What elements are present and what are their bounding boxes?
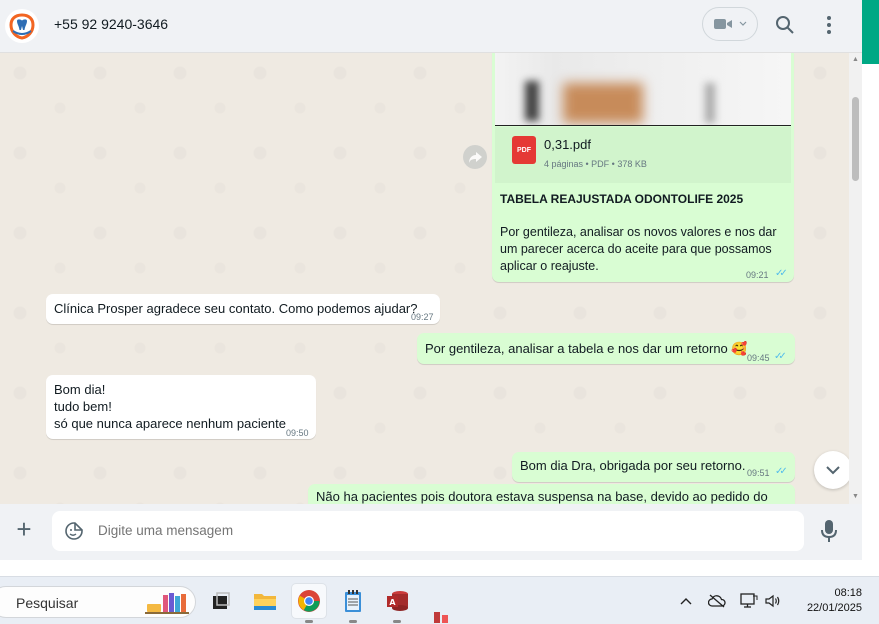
read-ticks-icon: ✓✓ [775,268,788,279]
task-view-icon [213,592,230,609]
books-illustration-icon [145,593,189,614]
message-composer: + [0,504,862,560]
sticker-icon[interactable] [64,521,84,541]
more-vertical-icon [827,16,831,34]
taskbar-access[interactable]: A [380,584,414,623]
message-time: 09:21 [746,270,769,280]
forward-button[interactable] [463,145,487,169]
window-bottom-strip [0,560,879,576]
document-attachment[interactable]: PDF 0,31.pdf 4 páginas • PDF • 378 KB [495,127,791,183]
message-line: tudo bem! [54,399,112,414]
message-line: só que nunca aparece nenhum paciente [54,416,287,431]
taskbar-chrome[interactable] [292,584,326,623]
taskbar-file-explorer[interactable] [248,584,282,618]
message-bubble-outgoing[interactable]: Bom dia Dra, obrigada por seu retorno. 0… [512,452,795,482]
document-message[interactable]: PDF 0,31.pdf 4 páginas • PDF • 378 KB TA… [492,53,794,282]
message-time: 09:50 [286,428,309,438]
notepad-icon [345,590,361,612]
read-ticks-icon: ✓✓ [775,466,788,477]
chevron-down-icon [826,466,840,475]
search-icon [776,16,794,34]
scroll-to-bottom-button[interactable] [814,451,852,489]
document-file-name: 0,31.pdf [544,137,591,152]
microphone-icon[interactable] [820,519,838,543]
message-line: Bom dia! [54,382,106,397]
attach-button[interactable]: + [12,516,36,542]
message-text: Clínica Prosper agradece seu contato. Co… [54,301,418,316]
tray-network[interactable] [708,592,726,610]
speaker-icon [765,594,780,608]
tray-display[interactable] [740,592,758,610]
tray-overflow[interactable] [677,592,695,610]
app-icon [434,612,448,623]
pdf-icon: PDF [512,136,536,164]
video-camera-icon [714,19,732,29]
message-bubble-outgoing[interactable]: Por gentileza, analisar a tabela e nos d… [417,333,795,364]
svg-text:A: A [389,598,396,607]
chat-scrollbar[interactable]: ▲ ▼ [849,53,862,504]
message-list[interactable]: PDF 0,31.pdf 4 páginas • PDF • 378 KB TA… [0,53,862,504]
window-edge-strip [862,64,879,560]
document-caption: Por gentileza, analisar os novos valores… [500,225,777,273]
scroll-thumb[interactable] [852,97,859,181]
scroll-down-arrow[interactable]: ▼ [852,493,859,501]
menu-button[interactable] [816,12,842,38]
video-call-button[interactable] [702,7,758,41]
taskbar-search-label: Pesquisar [16,595,79,611]
document-preview[interactable] [495,53,791,126]
message-input-box[interactable] [52,511,804,551]
tray-volume[interactable] [764,592,782,610]
taskbar-notepad[interactable] [336,584,370,623]
monitor-icon [740,593,758,608]
chevron-down-icon [739,21,747,26]
windows-taskbar: Pesquisar A 08:18 22/01/2025 [0,576,879,624]
clock-time: 08:18 [834,587,862,599]
taskbar-task-view[interactable] [204,584,238,618]
taskbar-app-partial[interactable] [424,607,458,624]
scroll-up-arrow[interactable]: ▲ [852,56,859,64]
message-bubble-outgoing[interactable]: Não ha pacientes pois doutora estava sus… [308,484,795,504]
document-title: TABELA REAJUSTADA ODONTOLIFE 2025 [500,192,744,206]
chrome-icon [298,590,320,612]
message-time: 09:45 [747,353,770,363]
tooth-logo-icon [9,13,35,40]
cloud-offline-icon [708,594,726,608]
contact-name[interactable]: +55 92 9240-3646 [54,16,168,32]
message-text: Não ha pacientes pois doutora estava sus… [316,489,768,504]
search-button[interactable] [772,12,798,38]
contact-avatar[interactable] [5,9,39,43]
folder-icon [254,594,276,610]
message-bubble-incoming[interactable]: Clínica Prosper agradece seu contato. Co… [46,294,440,324]
message-time: 09:51 [747,468,770,478]
message-input[interactable] [98,511,778,551]
document-file-meta: 4 páginas • PDF • 378 KB [544,159,647,169]
forward-icon [468,151,482,163]
message-text: Bom dia Dra, obrigada por seu retorno. [520,458,746,473]
access-icon: A [387,591,408,611]
message-bubble-incoming[interactable]: Bom dia! tudo bem! só que nunca aparece … [46,375,316,439]
clock-date: 22/01/2025 [806,602,862,614]
window-edge [862,0,879,64]
chevron-up-icon [680,598,692,605]
read-ticks-icon: ✓✓ [774,351,787,362]
message-text: Por gentileza, analisar a tabela e nos d… [425,341,748,356]
taskbar-search[interactable]: Pesquisar [0,586,196,618]
chat-header: +55 92 9240-3646 [0,0,862,53]
message-time: 09:27 [411,312,434,322]
taskbar-clock[interactable]: 08:18 22/01/2025 [790,586,862,616]
